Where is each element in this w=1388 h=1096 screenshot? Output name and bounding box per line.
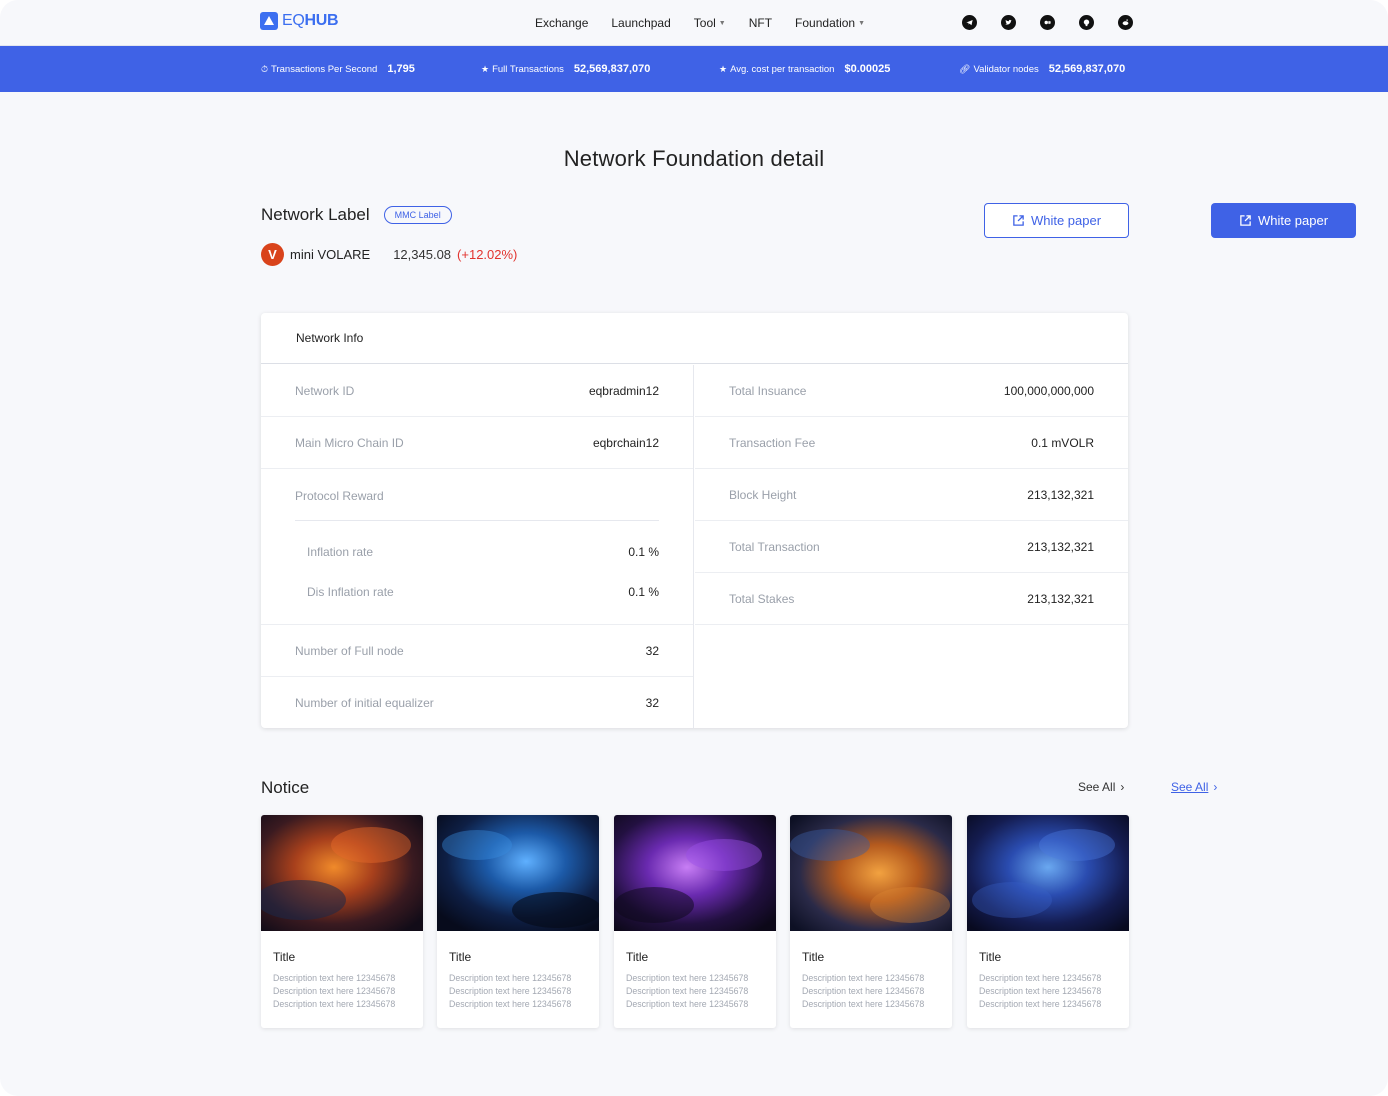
info-row-total-insuance: Total Insuance 100,000,000,000: [695, 365, 1128, 417]
token-price: 12,345.08: [393, 247, 452, 262]
nav-launchpad[interactable]: Launchpad: [611, 16, 670, 30]
notice-card-title: Title: [802, 950, 825, 964]
nebula-image: [790, 815, 952, 931]
notice-heading: Notice: [261, 778, 310, 797]
nav-foundation[interactable]: Foundation ▼: [795, 16, 865, 30]
social-links: [962, 15, 1133, 30]
chevron-right-icon: ›: [1120, 780, 1125, 794]
mmc-label-pill: MMC Label: [383, 206, 452, 224]
chevron-right-icon: ›: [1213, 780, 1218, 794]
reddit-icon[interactable]: [1118, 15, 1133, 30]
stat-full-transactions: ★ Full Transactions 52,569,837,070: [481, 63, 651, 75]
notice-card[interactable]: Title Description text here 12345678 Desc…: [614, 815, 776, 1028]
external-link-icon: [1240, 215, 1251, 226]
logo[interactable]: EQHUB: [260, 12, 339, 30]
info-row-total-transaction: Total Transaction 213,132,321: [695, 521, 1128, 573]
twitter-icon[interactable]: [1001, 15, 1016, 30]
network-info-card: Network Info Network ID eqbradmin12 Main…: [261, 313, 1128, 728]
nav-tool[interactable]: Tool ▼: [694, 16, 726, 30]
info-row-total-stakes: Total Stakes 213,132,321: [695, 573, 1128, 625]
info-row-initial-equalizer: Number of initial equalizer 32: [295, 696, 659, 710]
info-row-block-height: Block Height 213,132,321: [695, 469, 1128, 521]
see-all-link[interactable]: See All ›: [1078, 780, 1124, 794]
network-info-left-column: Network ID eqbradmin12 Main Micro Chain …: [261, 365, 694, 728]
stat-tps: ⏱ Transactions Per Second 1,795: [261, 63, 415, 75]
logo-icon: [260, 12, 278, 30]
token-summary: V mini VOLARE 12,345.08 (+12.02%): [261, 243, 517, 266]
divider: [295, 520, 659, 521]
white-paper-button-filled[interactable]: White paper: [1211, 203, 1356, 238]
info-row-network-id: Network ID eqbradmin12: [261, 365, 693, 417]
nebula-image: [437, 815, 599, 931]
notice-card[interactable]: Title Description text here 12345678 Desc…: [790, 815, 952, 1028]
top-header: EQHUB Exchange Launchpad Tool ▼ NFT Found…: [0, 0, 1388, 46]
nav-exchange[interactable]: Exchange: [535, 16, 588, 30]
clock-icon: ⏱: [261, 63, 269, 74]
telegram-icon[interactable]: [962, 15, 977, 30]
network-info-title: Network Info: [261, 313, 1128, 364]
white-paper-button-outline[interactable]: White paper: [984, 203, 1129, 238]
page-title: Network Foundation detail: [563, 146, 825, 171]
nebula-image: [967, 815, 1129, 931]
main-nav: Exchange Launchpad Tool ▼ NFT Foundation ▼: [535, 16, 865, 30]
token-name: mini VOLARE: [290, 247, 371, 262]
github-icon[interactable]: [1079, 15, 1094, 30]
chevron-down-icon: ▼: [858, 19, 866, 27]
notice-card[interactable]: Title Description text here 12345678 Desc…: [437, 815, 599, 1028]
notice-card-description: Description text here 12345678 Descriptio…: [979, 973, 1102, 1009]
info-row-transaction-fee: Transaction Fee 0.1 mVOLR: [695, 417, 1128, 469]
info-row-inflation-rate: Inflation rate 0.1 %: [307, 545, 659, 559]
notice-card-title: Title: [273, 950, 296, 964]
see-all-link-underlined[interactable]: See All ›: [1171, 780, 1217, 794]
star-icon: ★: [719, 63, 728, 74]
protocol-reward-label: Protocol Reward: [295, 489, 384, 503]
stat-validator-nodes: 🔗︎ Validator nodes 52,569,837,070: [959, 63, 1126, 75]
notice-card[interactable]: Title Description text here 12345678 Desc…: [261, 815, 423, 1028]
network-label-row: Network Label MMC Label: [261, 205, 452, 225]
nav-nft[interactable]: NFT: [749, 16, 772, 30]
nebula-image: [614, 815, 776, 931]
notice-card-description: Description text here 12345678 Descriptio…: [273, 973, 396, 1009]
info-row-main-chain-id: Main Micro Chain ID eqbrchain12: [261, 417, 693, 469]
notice-card-description: Description text here 12345678 Descriptio…: [626, 973, 749, 1009]
nebula-image: [261, 815, 423, 931]
notice-card-description: Description text here 12345678 Descriptio…: [802, 973, 925, 1009]
token-logo: V: [261, 243, 284, 266]
stats-band: ⏱ Transactions Per Second 1,795 ★ Full Tra…: [0, 46, 1388, 92]
notice-card-title: Title: [979, 950, 1002, 964]
notice-card-title: Title: [449, 950, 472, 964]
link-icon: 🔗︎: [959, 63, 971, 74]
notice-card-description: Description text here 12345678 Descriptio…: [449, 973, 572, 1009]
network-label-heading: Network Label: [261, 205, 370, 224]
stat-avg-cost: ★ Avg. cost per transaction $0.00025: [719, 63, 891, 75]
notice-card[interactable]: Title Description text here 12345678 Desc…: [967, 815, 1129, 1028]
external-link-icon: [1013, 215, 1024, 226]
protocol-reward-section: Protocol Reward Inflation rate 0.1 % Dis…: [261, 469, 693, 625]
medium-icon[interactable]: [1040, 15, 1055, 30]
logo-text: EQHUB: [282, 12, 339, 29]
chevron-down-icon: ▼: [718, 19, 726, 27]
app-frame: EQHUB Exchange Launchpad Tool ▼ NFT Found…: [0, 0, 1388, 1096]
info-row-dis-inflation-rate: Dis Inflation rate 0.1 %: [307, 585, 659, 599]
star-icon: ★: [481, 63, 490, 74]
notice-card-title: Title: [626, 950, 649, 964]
token-change: (+12.02%): [457, 247, 518, 262]
network-info-right-column: Total Insuance 100,000,000,000 Transacti…: [695, 365, 1128, 625]
info-row-full-node: Number of Full node 32: [261, 625, 693, 677]
